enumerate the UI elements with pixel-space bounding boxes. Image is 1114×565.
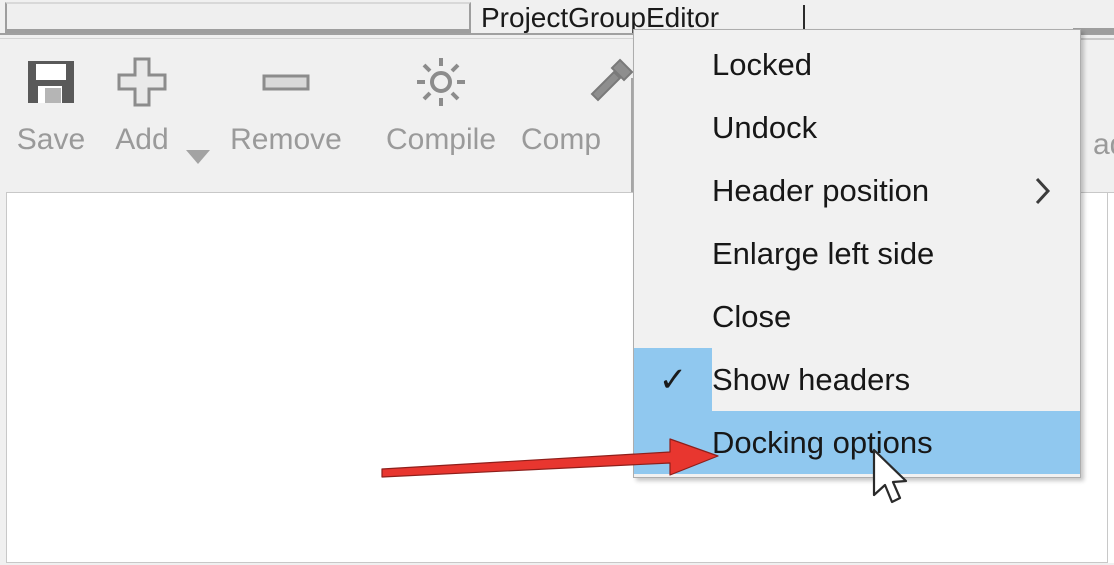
add-button[interactable]: Add xyxy=(100,39,184,179)
menu-item-label: Undock xyxy=(712,110,818,145)
menu-item-locked[interactable]: Locked xyxy=(634,33,1080,96)
menu-item-label: Show headers xyxy=(712,362,911,397)
menu-item-gutter xyxy=(634,222,712,285)
menu-item-label: Close xyxy=(712,299,792,334)
menu-item-enlarge-left-side[interactable]: Enlarge left side xyxy=(634,222,1080,285)
remove-button[interactable]: Remove xyxy=(212,39,360,179)
menu-item-label: Header position xyxy=(712,173,930,208)
menu-item-gutter xyxy=(634,159,712,222)
menu-item-label: Enlarge left side xyxy=(712,236,935,271)
add-dropdown-caret-icon[interactable] xyxy=(186,150,210,164)
compile-button-label: Compile xyxy=(385,123,497,156)
save-floppy-icon xyxy=(25,39,77,125)
save-button[interactable]: Save xyxy=(6,39,96,179)
menu-item-docking-options[interactable]: Docking options xyxy=(634,411,1080,474)
text-caret xyxy=(803,5,805,30)
save-button-label: Save xyxy=(16,123,86,156)
add-button-label: Add xyxy=(115,123,169,156)
gear-icon xyxy=(413,39,469,125)
plus-icon xyxy=(115,39,169,125)
menu-item-gutter xyxy=(634,96,712,159)
context-menu: Locked Undock Header position Enlarge le… xyxy=(633,29,1081,478)
menu-item-gutter xyxy=(634,285,712,348)
menu-item-gutter xyxy=(634,411,712,474)
chevron-right-icon xyxy=(1032,175,1052,207)
remove-button-label: Remove xyxy=(230,123,342,156)
application-window: ProjectGroupEditor Save Add Remove Compi… xyxy=(0,0,1114,565)
menu-item-header-position[interactable]: Header position xyxy=(634,159,1080,222)
compile-all-button-label: Comp xyxy=(521,123,602,156)
tab-inactive-blank[interactable] xyxy=(5,2,471,33)
menu-item-show-headers[interactable]: ✓ Show headers xyxy=(634,348,1080,411)
tab-label: ProjectGroupEditor xyxy=(481,1,720,33)
compile-button[interactable]: Compile xyxy=(365,39,517,179)
menu-item-undock[interactable]: Undock xyxy=(634,96,1080,159)
checkmark-icon: ✓ xyxy=(658,360,688,399)
menu-item-gutter xyxy=(634,33,712,96)
menu-item-label: Docking options xyxy=(712,425,933,460)
minus-icon xyxy=(258,39,314,125)
menu-item-close[interactable]: Close xyxy=(634,285,1080,348)
right-partial-button-label: ad xyxy=(1093,128,1114,161)
menu-item-label: Locked xyxy=(712,47,812,82)
menu-item-check-gutter: ✓ xyxy=(634,348,712,411)
